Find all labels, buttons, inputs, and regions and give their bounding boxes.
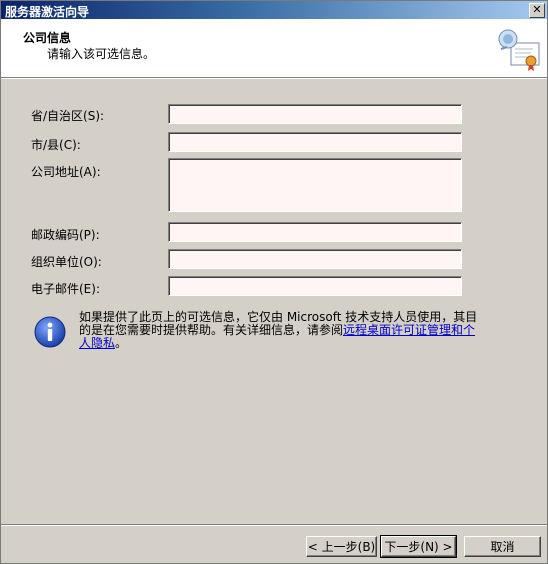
footer-divider-highlight (1, 525, 547, 526)
info-text-end: 。 (115, 336, 128, 350)
city-label: 市/县(C): (31, 138, 81, 152)
window-title: 服务器激活向导 (5, 5, 90, 19)
page-title: 公司信息 (23, 31, 72, 45)
title-bar[interactable]: 服务器激活向导 ✕ (1, 1, 547, 19)
info-message: 如果提供了此页上的可选信息，它仅由 Microsoft 技术支持人员使用，其目的… (79, 311, 479, 350)
postal-label: 邮政编码(P): (31, 228, 100, 242)
info-icon (34, 316, 66, 348)
org-label: 组织单位(O): (31, 255, 102, 269)
back-button[interactable]: < 上一步(B) (306, 536, 377, 557)
province-label: 省/自治区(S): (31, 109, 105, 123)
address-label: 公司地址(A): (31, 165, 101, 179)
org-input[interactable] (168, 249, 462, 269)
email-label: 电子邮件(E): (31, 282, 100, 296)
header-divider (1, 78, 547, 79)
province-input[interactable] (168, 104, 462, 124)
email-input[interactable] (168, 276, 462, 296)
city-input[interactable] (168, 132, 462, 152)
page-subtitle: 请输入该可选信息。 (47, 47, 156, 61)
wizard-window: 服务器激活向导 ✕ 公司信息 请输入该可选信息。 省/自治区(S): 市/县(C… (0, 0, 548, 564)
cancel-button[interactable]: 取消 (464, 536, 541, 557)
next-button[interactable]: 下一步(N) > (380, 535, 457, 558)
postal-input[interactable] (168, 222, 462, 242)
certificate-icon (498, 29, 540, 71)
close-icon[interactable]: ✕ (529, 3, 545, 18)
wizard-header: 公司信息 请输入该可选信息。 (1, 19, 547, 78)
address-input[interactable] (168, 158, 462, 212)
